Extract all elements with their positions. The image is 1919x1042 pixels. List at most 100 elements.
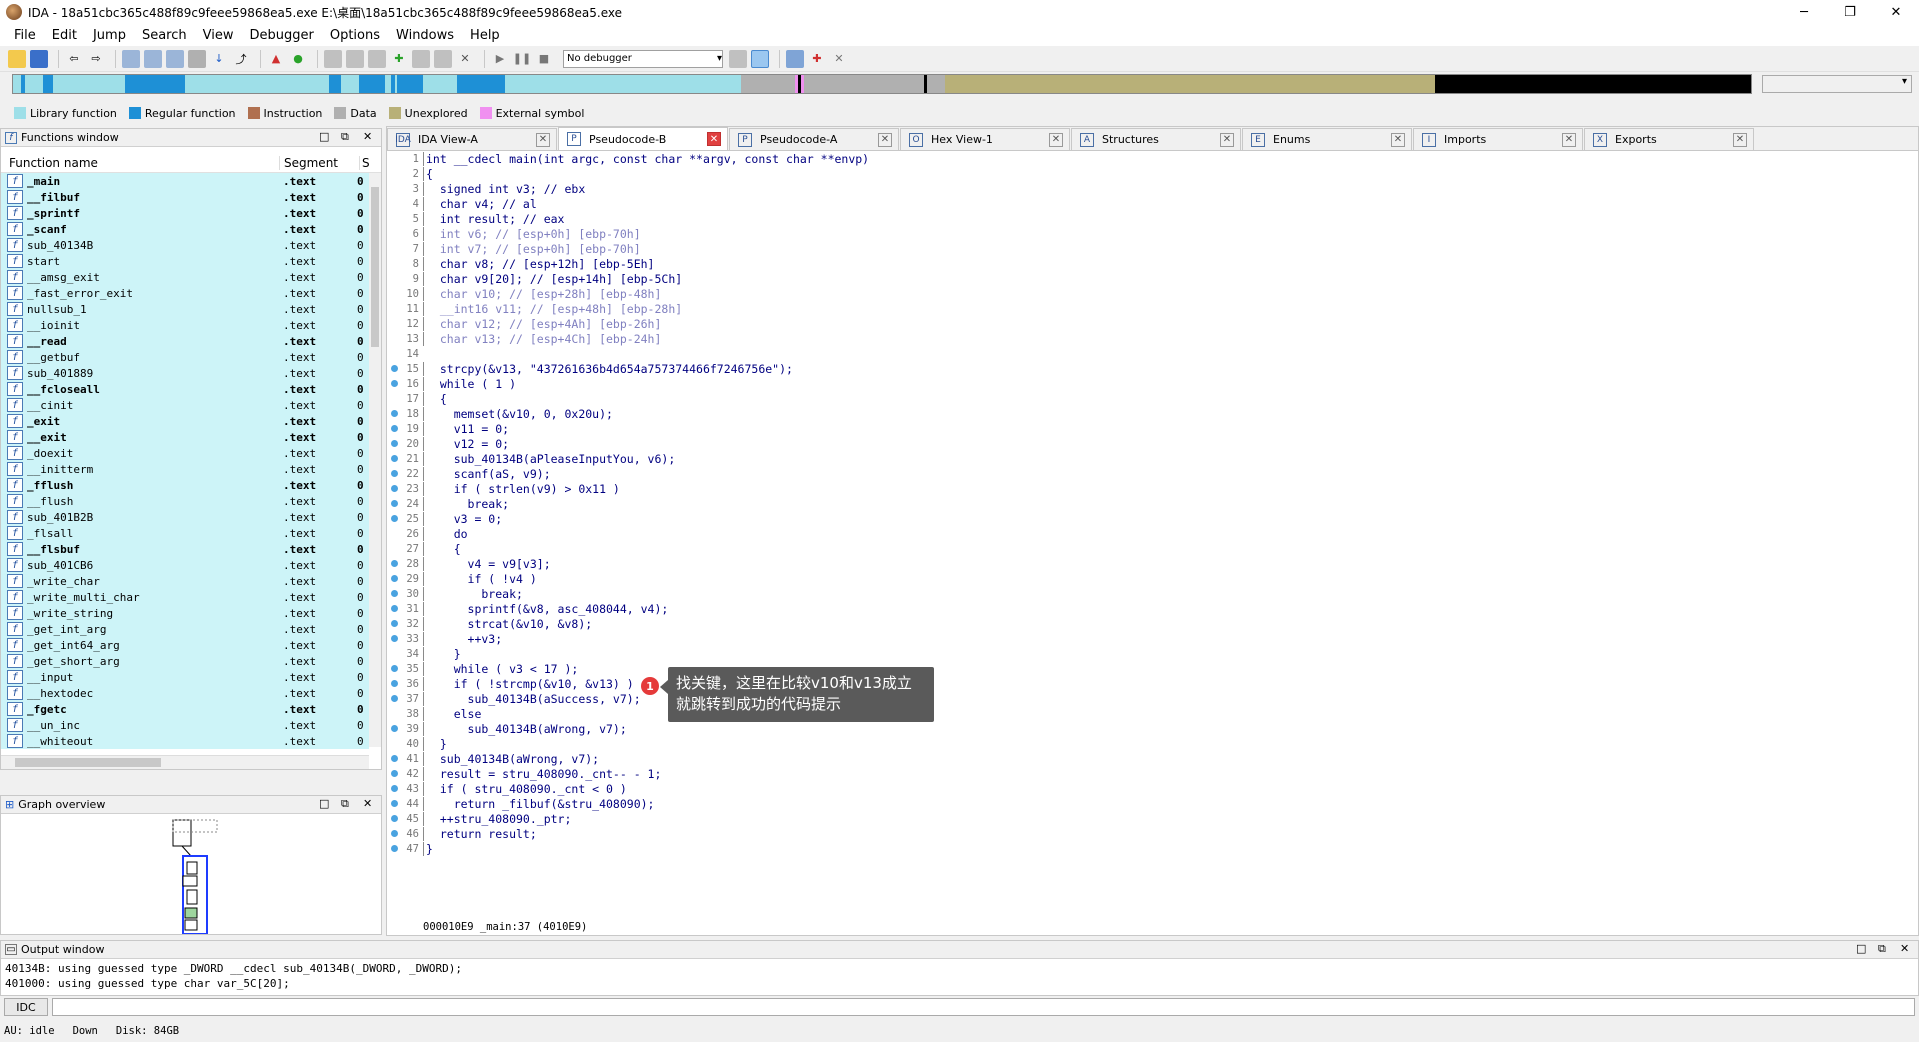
column-segment[interactable]: Segment [279, 155, 359, 170]
code-line[interactable]: 33 ++v3; [387, 631, 1919, 646]
breakpoint-dot-icon[interactable] [387, 695, 401, 702]
breakpoint-dot-icon[interactable] [387, 785, 401, 792]
graph-icon[interactable] [324, 49, 342, 68]
column-function-name[interactable]: Function name [1, 156, 279, 170]
code-line[interactable]: 39 sub_40134B(aWrong, v7); [387, 721, 1919, 736]
function-row[interactable]: f __flush .text 0 [1, 493, 369, 509]
tab-close-icon[interactable]: ✕ [1049, 132, 1063, 147]
code-line[interactable]: 41 sub_40134B(aWrong, v7); [387, 751, 1919, 766]
tab-hex-view-1[interactable]: O Hex View-1 ✕ [900, 128, 1070, 150]
function-row[interactable]: f __un_inc .text 0 [1, 717, 369, 733]
output-text[interactable]: 40134B: using guessed type _DWORD __cdec… [1, 961, 1918, 991]
breakpoint-dot-icon[interactable] [387, 680, 401, 687]
functions-vertical-scrollbar[interactable] [369, 173, 381, 747]
breakpoint-dot-icon[interactable] [387, 560, 401, 567]
code-line[interactable]: 34 } [387, 646, 1919, 661]
tab-close-icon[interactable]: ✕ [878, 132, 892, 147]
save-icon[interactable] [30, 49, 48, 68]
code-line[interactable]: 14 [387, 346, 1919, 361]
code-line[interactable]: 27 { [387, 541, 1919, 556]
function-row[interactable]: f __input .text 0 [1, 669, 369, 685]
function-row[interactable]: f __cinit .text 0 [1, 397, 369, 413]
add-breakpoint-icon[interactable]: ✚ [808, 50, 826, 68]
data-search-icon[interactable] [188, 49, 206, 68]
tab-structures[interactable]: A Structures ✕ [1071, 128, 1241, 150]
attach-icon[interactable] [751, 49, 769, 68]
menu-options[interactable]: Options [322, 28, 388, 43]
pane-restore-icon[interactable]: □ [1856, 942, 1866, 955]
code-line[interactable]: 44 return _filbuf(&stru_408090); [387, 796, 1919, 811]
breakpoint-dot-icon[interactable] [387, 665, 401, 672]
code-line[interactable]: 7 int v7; // [esp+0h] [ebp-70h] [387, 241, 1919, 256]
pane-restore-icon[interactable]: □ [319, 797, 329, 810]
code-line[interactable]: 9 char v9[20]; // [esp+14h] [ebp-5Ch] [387, 271, 1919, 286]
functions-horizontal-scrollbar[interactable] [1, 755, 369, 769]
breakpoint-dot-icon[interactable] [387, 500, 401, 507]
code-line[interactable]: 5 int result; // eax [387, 211, 1919, 226]
maximize-button[interactable]: ❐ [1827, 0, 1873, 24]
pane-float-icon[interactable]: ⧉ [341, 130, 349, 144]
script-icon[interactable] [434, 49, 452, 68]
function-row[interactable]: f sub_401889 .text 0 [1, 365, 369, 381]
function-row[interactable]: f __exit .text 0 [1, 429, 369, 445]
nav-dropdown[interactable]: ▾ [1762, 75, 1912, 93]
menu-search[interactable]: Search [134, 28, 195, 43]
code-line[interactable]: 4 char v4; // al [387, 196, 1919, 211]
delete-icon[interactable]: ✕ [456, 50, 474, 68]
function-row[interactable]: f _doexit .text 0 [1, 445, 369, 461]
breakpoint-dot-icon[interactable] [387, 770, 401, 777]
breakpoint-dot-icon[interactable] [387, 425, 401, 432]
function-row[interactable]: f __amsg_exit .text 0 [1, 269, 369, 285]
function-row[interactable]: f __read .text 0 [1, 333, 369, 349]
function-row[interactable]: f __ioinit .text 0 [1, 317, 369, 333]
function-row[interactable]: f start .text 0 [1, 253, 369, 269]
pane-float-icon[interactable]: ⧉ [1878, 942, 1886, 956]
code-line[interactable]: 17 { [387, 391, 1919, 406]
code-line[interactable]: 11 __int16 v11; // [esp+48h] [ebp-28h] [387, 301, 1919, 316]
play-icon[interactable]: ▶ [491, 50, 509, 68]
code-line[interactable]: 29 if ( !v4 ) [387, 571, 1919, 586]
green-dot-icon[interactable]: ● [289, 50, 307, 68]
breakpoint-dot-icon[interactable] [387, 800, 401, 807]
breakpoint-dot-icon[interactable] [387, 620, 401, 627]
code-line[interactable]: 40 } [387, 736, 1919, 751]
function-row[interactable]: f __filbuf .text 0 [1, 189, 369, 205]
function-row[interactable]: f _scanf .text 0 [1, 221, 369, 237]
breakpoint-dot-icon[interactable] [387, 455, 401, 462]
code-line[interactable]: 1 int __cdecl main(int argc, const char *… [387, 151, 1919, 166]
breakpoint-dot-icon[interactable] [387, 605, 401, 612]
breakpoint-dot-icon[interactable] [387, 845, 401, 852]
code-line[interactable]: 2{ [387, 166, 1919, 181]
tab-close-icon[interactable]: ✕ [707, 132, 721, 146]
menu-jump[interactable]: Jump [85, 28, 134, 43]
breakpoint-dot-icon[interactable] [387, 755, 401, 762]
pane-close-icon[interactable]: ✕ [1900, 942, 1909, 955]
menu-debugger[interactable]: Debugger [241, 28, 321, 43]
code-line[interactable]: 47} [387, 841, 1919, 856]
code-line[interactable]: 30 break; [387, 586, 1919, 601]
tab-close-icon[interactable]: ✕ [1733, 132, 1747, 147]
code-line[interactable]: 19 v11 = 0; [387, 421, 1919, 436]
column-s[interactable]: S [359, 155, 371, 170]
open-file-icon[interactable] [8, 49, 26, 68]
function-row[interactable]: f _sprintf .text 0 [1, 205, 369, 221]
code-line[interactable]: 32 strcat(&v10, &v8); [387, 616, 1919, 631]
function-row[interactable]: f __initterm .text 0 [1, 461, 369, 477]
tab-pseudocode-b[interactable]: P Pseudocode-B ✕ [558, 127, 728, 150]
tab-close-icon[interactable]: ✕ [1391, 132, 1405, 147]
menu-file[interactable]: File [6, 28, 44, 43]
function-row[interactable]: f __flsbuf .text 0 [1, 541, 369, 557]
tab-ida-view-a[interactable]: IDA IDA View-A ✕ [387, 128, 557, 150]
code-line[interactable]: 10 char v10; // [esp+28h] [ebp-48h] [387, 286, 1919, 301]
flow-chart-icon[interactable] [368, 49, 386, 68]
debug-options-icon[interactable] [729, 49, 747, 68]
breakpoint-dot-icon[interactable] [387, 470, 401, 477]
function-row[interactable]: f _get_short_arg .text 0 [1, 653, 369, 669]
function-row[interactable]: f sub_401B2B .text 0 [1, 509, 369, 525]
function-row[interactable]: f __whiteout .text 0 [1, 733, 369, 749]
code-line[interactable]: 16 while ( 1 ) [387, 376, 1919, 391]
down-arrow-icon[interactable]: ↓ [210, 50, 228, 68]
code-line[interactable]: 13 char v13; // [esp+4Ch] [ebp-24h] [387, 331, 1919, 346]
function-row[interactable]: f __hextodec .text 0 [1, 685, 369, 701]
code-line[interactable]: 31 sprintf(&v8, asc_408044, v4); [387, 601, 1919, 616]
